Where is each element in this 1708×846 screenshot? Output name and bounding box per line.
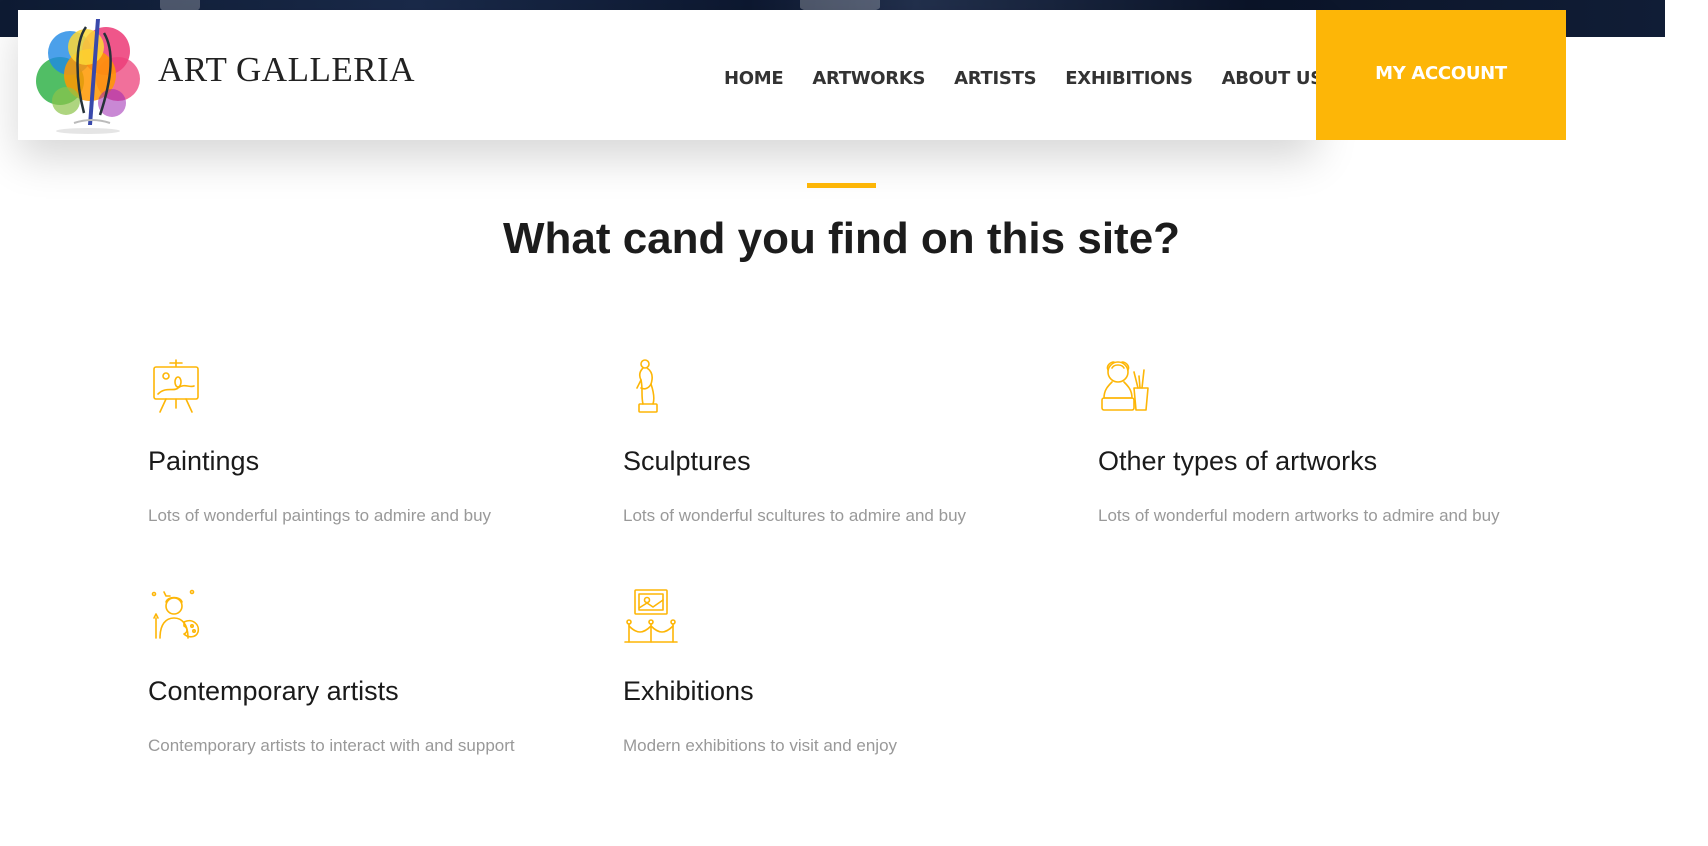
- feature-desc: Modern exhibitions to visit and enjoy: [623, 736, 898, 755]
- site-header: ART GALLERIA HOME ARTWORKS ARTISTS EXHIB…: [18, 10, 1323, 140]
- artist-palette-icon: [151, 589, 200, 639]
- section-title: What cand you find on this site?: [502, 214, 1181, 263]
- feature-card-paintings: Paintings Lots of wonderful paintings to…: [148, 358, 568, 538]
- feature-title: Paintings: [148, 446, 260, 476]
- main-nav: HOME ARTWORKS ARTISTS EXHIBITIONS ABOUT …: [724, 68, 1323, 89]
- nav-artworks[interactable]: ARTWORKS: [812, 68, 925, 89]
- feature-title: Other types of artworks: [1098, 446, 1378, 476]
- feature-title: Sculptures: [623, 446, 751, 476]
- nav-home[interactable]: HOME: [724, 68, 784, 89]
- section-accent-line: [807, 183, 876, 188]
- feature-desc: Lots of wonderful modern artworks to adm…: [1098, 506, 1500, 525]
- brand[interactable]: ART GALLERIA: [26, 12, 415, 138]
- feature-card-other-artworks: Other types of artworks Lots of wonderfu…: [1098, 358, 1518, 538]
- framed-exhibit-icon: [624, 589, 678, 643]
- bust-and-brushes-icon: [1101, 361, 1149, 411]
- feature-card-exhibitions: Exhibitions Modern exhibitions to visit …: [623, 588, 1043, 768]
- feature-card-sculptures: Sculptures Lots of wonderful scultures t…: [623, 358, 1043, 538]
- feature-title: Exhibitions: [623, 676, 754, 706]
- feature-desc: Lots of wonderful paintings to admire an…: [148, 506, 492, 525]
- feature-desc: Lots of wonderful scultures to admire an…: [623, 506, 967, 525]
- nav-exhibitions[interactable]: EXHIBITIONS: [1065, 68, 1193, 89]
- feature-title: Contemporary artists: [148, 676, 399, 706]
- nav-about-us[interactable]: ABOUT US: [1222, 68, 1324, 89]
- my-account-button[interactable]: MY ACCOUNT: [1316, 10, 1566, 140]
- easel-painting-icon: [153, 359, 199, 413]
- art-galleria-logo-icon: [36, 19, 140, 134]
- feature-card-contemporary-artists: Contemporary artists Contemporary artist…: [148, 588, 568, 768]
- nav-artists[interactable]: ARTISTS: [954, 68, 1036, 89]
- statue-icon: [636, 359, 658, 413]
- brand-name: ART GALLERIA: [158, 50, 415, 89]
- feature-desc: Contemporary artists to interact with an…: [148, 736, 515, 755]
